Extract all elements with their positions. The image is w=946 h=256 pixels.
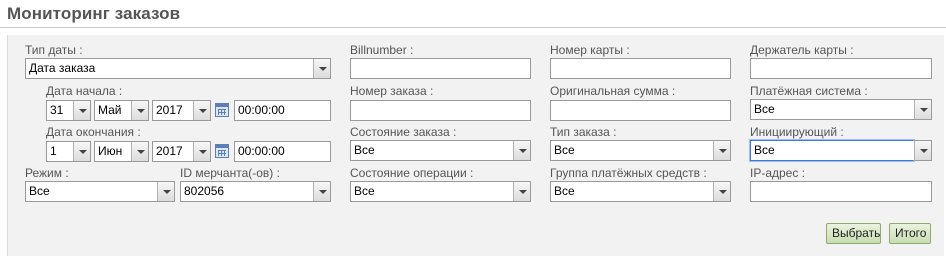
chevron-down-icon — [513, 141, 530, 160]
date-end-time-input[interactable]: 00:00:00 — [234, 141, 331, 162]
merchant-id-label: ID мерчанта(-ов) : — [180, 166, 280, 180]
date-start-day-value: 31 — [50, 103, 64, 117]
date-end-year-select[interactable]: 2017 — [152, 141, 211, 162]
billnumber-input[interactable] — [350, 58, 531, 79]
date-type-value: Дата заказа — [29, 61, 96, 75]
mode-label: Режим : — [25, 166, 69, 180]
chevron-down-icon — [131, 142, 148, 161]
order-type-label: Тип заказа : — [550, 125, 617, 139]
chevron-down-icon — [157, 182, 174, 201]
billnumber-label: Billnumber : — [350, 43, 414, 57]
chevron-down-icon — [513, 182, 530, 201]
payment-group-value: Все — [554, 184, 575, 198]
date-start-label: Дата начала : — [46, 84, 123, 98]
merchant-id-select[interactable]: 802056 — [180, 181, 331, 202]
date-start-month-value: Май — [98, 103, 122, 117]
payment-group-label: Группа платёжных средств : — [550, 166, 707, 180]
page-title: Мониторинг заказов — [7, 4, 181, 23]
chevron-down-icon — [131, 101, 148, 120]
order-number-input[interactable] — [350, 100, 531, 121]
card-holder-label: Держатель карты : — [750, 43, 854, 57]
order-state-value: Все — [354, 143, 375, 157]
order-type-value: Все — [554, 143, 575, 157]
chevron-down-icon — [313, 59, 330, 78]
mode-value: Все — [29, 184, 50, 198]
calendar-icon[interactable] — [215, 103, 229, 117]
payment-system-value: Все — [754, 102, 775, 116]
total-button[interactable]: Итого — [889, 223, 931, 244]
ip-address-input[interactable] — [750, 181, 932, 202]
date-start-day-select[interactable]: 31 — [46, 100, 91, 121]
order-state-label: Состояние заказа : — [350, 125, 457, 139]
date-end-day-value: 1 — [50, 144, 57, 158]
date-type-select[interactable]: Дата заказа — [25, 58, 331, 79]
calendar-icon[interactable] — [215, 144, 229, 158]
date-end-month-value: Июн — [98, 144, 123, 158]
payment-system-label: Платёжная система : — [750, 84, 868, 98]
payment-group-select[interactable]: Все — [550, 181, 731, 202]
card-holder-input[interactable] — [750, 58, 932, 79]
chevron-down-icon — [193, 142, 210, 161]
order-type-select[interactable]: Все — [550, 140, 731, 161]
chevron-down-icon — [73, 142, 90, 161]
date-start-month-select[interactable]: Май — [94, 100, 149, 121]
chevron-down-icon — [73, 101, 90, 120]
operation-state-select[interactable]: Все — [350, 181, 531, 202]
date-end-day-select[interactable]: 1 — [46, 141, 91, 162]
order-state-select[interactable]: Все — [350, 140, 531, 161]
title-divider — [0, 27, 946, 28]
date-start-year-value: 2017 — [156, 103, 183, 117]
original-amount-input[interactable] — [550, 100, 731, 121]
date-start-time-input[interactable]: 00:00:00 — [234, 100, 331, 121]
chevron-down-icon — [313, 182, 330, 201]
chevron-down-icon — [713, 182, 730, 201]
chevron-down-icon — [914, 141, 931, 160]
card-number-input[interactable] — [550, 58, 731, 79]
payment-system-select[interactable]: Все — [750, 99, 932, 120]
initiator-value: Все — [754, 143, 775, 157]
date-end-month-select[interactable]: Июн — [94, 141, 149, 162]
order-number-label: Номер заказа : — [350, 84, 434, 98]
card-number-label: Номер карты : — [550, 43, 630, 57]
date-end-year-value: 2017 — [156, 144, 183, 158]
merchant-id-value: 802056 — [184, 184, 225, 198]
date-type-label: Тип даты : — [25, 43, 83, 57]
select-button[interactable]: Выбрать — [826, 223, 881, 244]
chevron-down-icon — [713, 141, 730, 160]
chevron-down-icon — [193, 101, 210, 120]
initiator-select[interactable]: Все — [750, 140, 914, 161]
initiator-dropdown-button[interactable] — [913, 140, 932, 161]
date-start-year-select[interactable]: 2017 — [152, 100, 211, 121]
operation-state-value: Все — [354, 184, 375, 198]
operation-state-label: Состояние операции : — [350, 166, 474, 180]
mode-select[interactable]: Все — [25, 181, 175, 202]
chevron-down-icon — [914, 100, 931, 119]
ip-address-label: IP-адрес : — [750, 166, 806, 180]
date-end-label: Дата окончания : — [46, 125, 141, 139]
initiator-label: Инициирующий : — [750, 125, 844, 139]
original-amount-label: Оригинальная сумма : — [550, 84, 676, 98]
